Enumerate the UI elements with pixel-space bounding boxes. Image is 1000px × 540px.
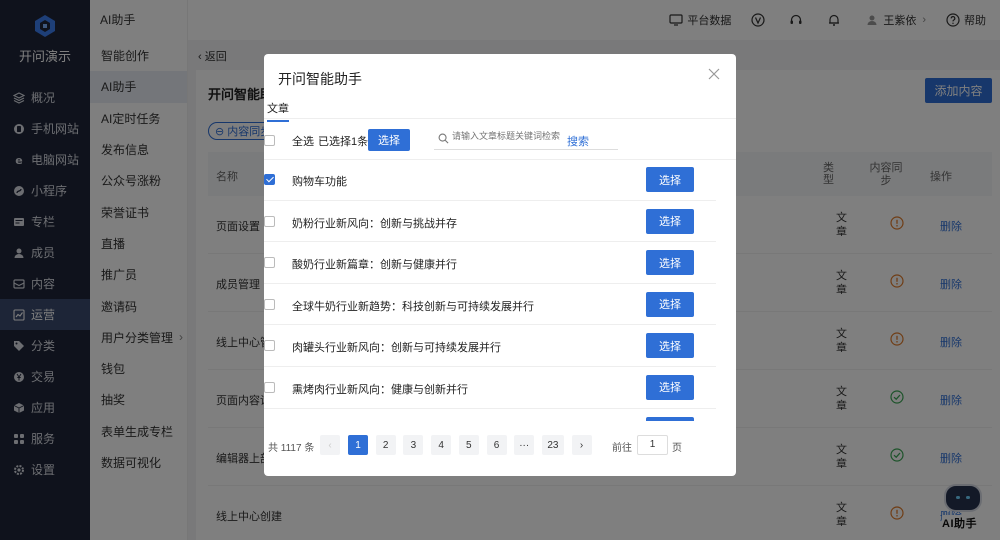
list-item: 全球牛奶行业新趋势：科技创新与可持续发展并行 选择: [264, 284, 716, 326]
item-checkbox[interactable]: [264, 298, 275, 310]
next-page-button[interactable]: ›: [571, 435, 592, 455]
item-checkbox[interactable]: [264, 381, 275, 393]
search-input[interactable]: [452, 131, 562, 141]
page-button[interactable]: 2: [375, 435, 396, 455]
page-button[interactable]: 1: [348, 435, 368, 455]
goto-suffix: 页: [672, 443, 682, 454]
search-button[interactable]: 搜索: [567, 133, 589, 149]
goto-label: 前往: [612, 443, 632, 454]
batch-select-button[interactable]: 选择: [368, 129, 410, 151]
select-item-button[interactable]: 选择: [646, 167, 694, 192]
pagination: 共 1117 条 前往 1 页 ‹ 1 2 3 4 5 6 ··· 23 ›: [268, 434, 736, 456]
list-item: 肉罐头行业新风向：创新与可持续发展并行 选择: [264, 325, 716, 367]
select-item-button[interactable]: 选择: [646, 208, 694, 234]
item-checkbox[interactable]: [264, 215, 275, 227]
page-button[interactable]: 4: [431, 435, 452, 455]
list-item: 熏烤肉行业新风向：健康与创新并行 选择: [264, 367, 716, 409]
item-checkbox[interactable]: [264, 340, 275, 352]
prev-page-button[interactable]: ‹: [320, 435, 340, 455]
article-title: 酸奶行业新篇章：创新与健康并行: [292, 259, 457, 272]
select-item-button[interactable]: 选择: [646, 374, 694, 400]
dialog-toolbar: 全选 已选择1条 选择 搜索: [264, 126, 736, 156]
select-item-button[interactable]: 选择: [646, 291, 694, 317]
search-box: 搜索: [434, 128, 618, 150]
select-article-dialog: 开问智能助手 文章 全选 已选择1条 选择 搜索 购物车功能选择奶粉行业新风向：…: [264, 54, 736, 476]
page-button[interactable]: 5: [458, 435, 479, 455]
article-title: 熏烤肉行业新风向：健康与创新并行: [292, 383, 468, 396]
list-item: 奶粉行业新风向：创新与挑战并存 选择: [264, 201, 716, 243]
goto-page-input[interactable]: 1: [637, 435, 668, 455]
select-all-checkbox[interactable]: [264, 135, 275, 146]
article-title: 购物车功能: [292, 176, 347, 188]
article-title: 奶粉行业新风向：创新与挑战并存: [292, 217, 457, 230]
item-checkbox[interactable]: [264, 257, 275, 269]
list-item: 酸奶行业新篇章：创新与健康并行 选择: [264, 242, 716, 284]
article-list[interactable]: 购物车功能 选择 奶粉行业新风向：创新与挑战并存 选择 酸奶行业新篇章：创新与健康并行选…: [264, 159, 716, 421]
pagination-ellipsis[interactable]: ···: [514, 435, 535, 455]
dialog-title: 开问智能助手: [278, 71, 362, 87]
select-item-button[interactable]: [646, 416, 694, 421]
article-title: 肉罐头行业新风向：创新与可持续发展并行: [292, 342, 501, 355]
item-checkbox[interactable]: [264, 174, 275, 185]
select-item-button[interactable]: 选择: [646, 250, 694, 276]
selected-count: 已选择1条: [318, 136, 369, 148]
list-item: 购物车功能 选择: [264, 159, 716, 201]
select-item-button[interactable]: 选择: [646, 333, 694, 359]
page-button[interactable]: 23: [541, 435, 564, 455]
pagination-total: 共 1117 条: [268, 443, 315, 454]
select-all-label: 全选: [292, 136, 314, 148]
divider: [264, 118, 736, 119]
search-icon: [438, 133, 449, 144]
page-button[interactable]: 6: [486, 435, 507, 455]
page-button[interactable]: 3: [403, 435, 424, 455]
list-item: [264, 409, 716, 421]
close-icon[interactable]: [708, 68, 720, 80]
article-title: 全球牛奶行业新趋势：科技创新与可持续发展并行: [292, 300, 534, 313]
